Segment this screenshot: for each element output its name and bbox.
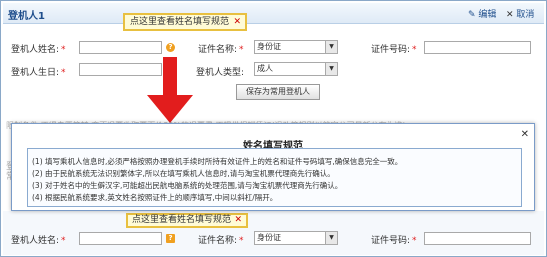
cert-type-label: 证件名称: * [198, 42, 244, 55]
second-passenger-section: 登机人姓名: * ? 证件名称: * 身份证 ▼ 证件号码: * [3, 211, 544, 255]
cert-type-label-2-text: 证件名称: [198, 236, 238, 246]
chevron-down-icon: ▼ [325, 41, 337, 53]
panel-title: 登机人1 [8, 11, 45, 22]
close-icon[interactable]: ✕ [234, 215, 242, 226]
required-mark: * [61, 236, 66, 246]
name-label-text: 登机人姓名: [11, 45, 60, 55]
tip-text-2: 点这里查看姓名填写规范 [132, 215, 232, 225]
cert-no-label-text: 证件号码: [371, 45, 411, 55]
close-icon: ✕ [506, 10, 514, 20]
cert-no-label-2: 证件号码: * [371, 233, 417, 246]
chevron-down-icon: ▼ [325, 232, 337, 244]
panel-header: 登机人1 ✎ 编辑 ✕ 取消 [3, 3, 544, 24]
cert-no-label-2-text: 证件号码: [371, 236, 411, 246]
cert-no-label: 证件号码: * [371, 42, 417, 55]
cancel-link[interactable]: ✕ 取消 [506, 7, 534, 20]
edit-link[interactable]: ✎ 编辑 [468, 7, 496, 20]
pencil-icon: ✎ [468, 10, 476, 20]
cert-type-label-2: 证件名称: * [198, 233, 244, 246]
name-input-2[interactable] [79, 232, 162, 245]
chevron-down-icon: ▼ [325, 63, 337, 75]
passenger-type-label: 登机人类型: [196, 68, 245, 78]
passenger-form-frame: 登机人1 ✎ 编辑 ✕ 取消 登机人姓名: * ? 证件名称: * 身份证 ▼ 证件… [0, 0, 547, 257]
required-mark: * [239, 236, 244, 246]
name-label-2-text: 登机人姓名: [11, 236, 60, 246]
required-mark: * [61, 68, 66, 78]
cert-type-label-text: 证件名称: [198, 45, 238, 55]
close-icon[interactable]: ✕ [233, 15, 241, 29]
help-icon[interactable]: ? [166, 43, 175, 52]
name-label: 登机人姓名: * [11, 42, 66, 55]
cert-type-value-2: 身份证 [257, 233, 281, 242]
required-mark: * [61, 45, 66, 55]
edit-label: 编辑 [478, 10, 497, 20]
passenger-type-value: 成人 [257, 64, 273, 73]
name-rules-popup: 姓名填写规范 ✕ (1) 填写乘机人信息时,必须严格按照办理登机手续时所持有效证… [11, 123, 535, 211]
name-input[interactable] [79, 41, 162, 54]
rule-item: (1) 填写乘机人信息时,必须严格按照办理登机手续时所持有效证件上的姓名和证件号… [32, 157, 403, 166]
rule-item: (3) 对于姓名中的生僻汉字,可能超出民航电脑系统的处理范围,请与淘宝机票代理商… [32, 181, 343, 190]
name-label-2: 登机人姓名: * [11, 233, 66, 246]
tip-text: 点这里查看姓名填写规范 [130, 17, 230, 27]
name-rules-tip-2[interactable]: 点这里查看姓名填写规范 ✕ [126, 213, 248, 228]
save-as-frequent-button[interactable]: 保存为常用登机人 [236, 84, 320, 100]
birthday-label-text: 登机人生日: [11, 68, 60, 78]
down-arrow-icon [147, 57, 193, 123]
rule-item: (2) 由于民航系统无法识别繁体字,所以在填写乘机人信息时,请与淘宝机票代理商先… [32, 169, 335, 178]
cert-type-select[interactable]: 身份证 ▼ [254, 40, 338, 54]
required-mark: * [412, 236, 417, 246]
help-icon[interactable]: ? [166, 234, 175, 243]
required-mark: * [239, 45, 244, 55]
cert-type-select-2[interactable]: 身份证 ▼ [254, 231, 338, 245]
name-rules-tip[interactable]: 点这里查看姓名填写规范 ✕ [123, 13, 247, 31]
cert-type-value: 身份证 [257, 42, 281, 51]
cert-no-input-2[interactable] [424, 232, 531, 245]
required-mark: * [412, 45, 417, 55]
close-icon[interactable]: ✕ [521, 129, 529, 140]
rule-item: (4) 根据民航系统要求,英文姓名按照证件上的顺序填写,中间以斜杠/隔开。 [32, 193, 278, 202]
rules-list: (1) 填写乘机人信息时,必须严格按照办理登机手续时所持有效证件上的姓名和证件号… [27, 148, 522, 207]
cert-no-input[interactable] [424, 41, 531, 54]
passenger-type-select[interactable]: 成人 ▼ [254, 62, 338, 76]
cancel-label: 取消 [516, 10, 535, 20]
birthday-label: 登机人生日: * [11, 65, 66, 78]
